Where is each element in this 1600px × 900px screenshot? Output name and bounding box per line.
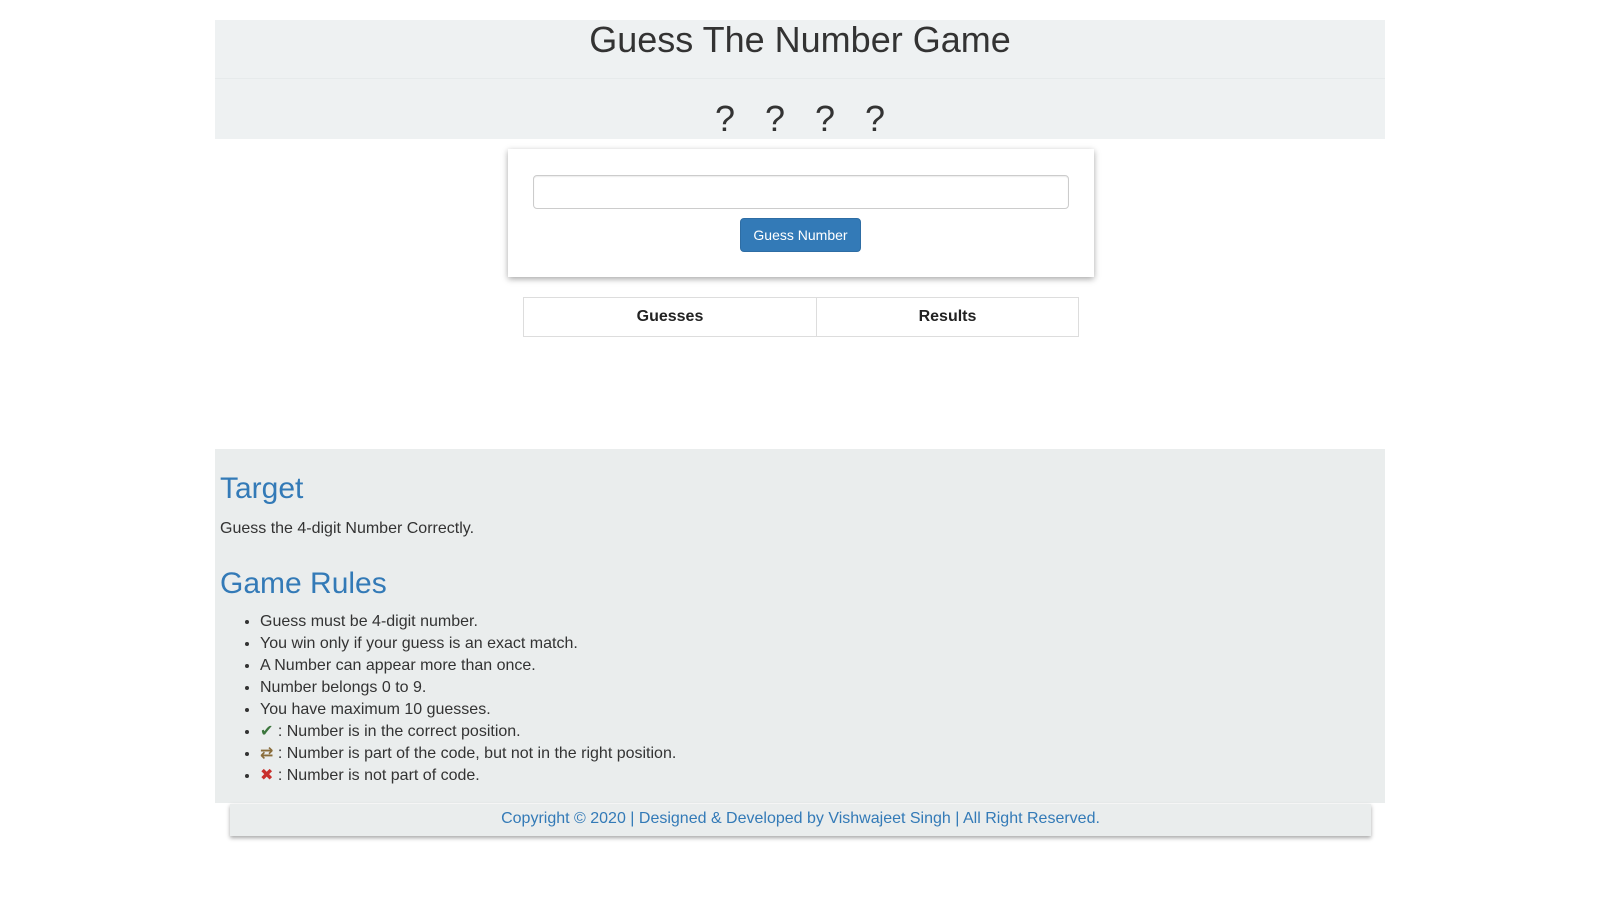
header-band: Guess The Number Game ? ? ? ? <box>215 20 1385 139</box>
cross-icon: ✖ <box>260 767 274 784</box>
info-section: Target Guess the 4-digit Number Correctl… <box>215 449 1385 803</box>
results-table: Guesses Results <box>523 297 1079 337</box>
guess-input[interactable] <box>533 175 1069 209</box>
page-title: Guess The Number Game <box>589 19 1011 60</box>
rule-item: Number belongs 0 to 9. <box>260 677 676 699</box>
table-header-row: Guesses Results <box>523 297 1079 337</box>
rule-item: A Number can appear more than once. <box>260 655 676 677</box>
footer-text: Copyright © 2020 | Designed & Developed … <box>501 810 1100 827</box>
page-title-row: Guess The Number Game <box>215 20 1385 79</box>
legend-text: : Number is in the correct position. <box>273 723 521 740</box>
column-header-guesses: Guesses <box>523 297 817 337</box>
target-text: Guess the 4-digit Number Correctly. <box>220 520 475 537</box>
rule-item-swap: ⇄ : Number is part of the code, but not … <box>260 743 676 765</box>
guess-card: Guess Number <box>508 149 1094 277</box>
swap-icon: ⇄ <box>260 745 274 762</box>
footer: Copyright © 2020 | Designed & Developed … <box>230 804 1371 836</box>
legend-text: : Number is part of the code, but not in… <box>273 745 677 762</box>
rule-item-check: ✔ : Number is in the correct position. <box>260 721 676 743</box>
hidden-number: ? ? ? ? <box>714 98 896 139</box>
check-icon: ✔ <box>260 723 274 740</box>
legend-text: : Number is not part of code. <box>273 767 480 784</box>
rule-item-cross: ✖ : Number is not part of code. <box>260 765 676 787</box>
rules-heading: Game Rules <box>220 567 387 600</box>
rules-list: Guess must be 4-digit number. You win on… <box>220 611 676 787</box>
column-header-results: Results <box>816 297 1079 337</box>
target-heading: Target <box>220 472 304 505</box>
rule-item: You have maximum 10 guesses. <box>260 699 676 721</box>
rule-item: Guess must be 4-digit number. <box>260 611 676 633</box>
guess-number-button[interactable]: Guess Number <box>740 218 861 252</box>
rule-item: You win only if your guess is an exact m… <box>260 633 676 655</box>
